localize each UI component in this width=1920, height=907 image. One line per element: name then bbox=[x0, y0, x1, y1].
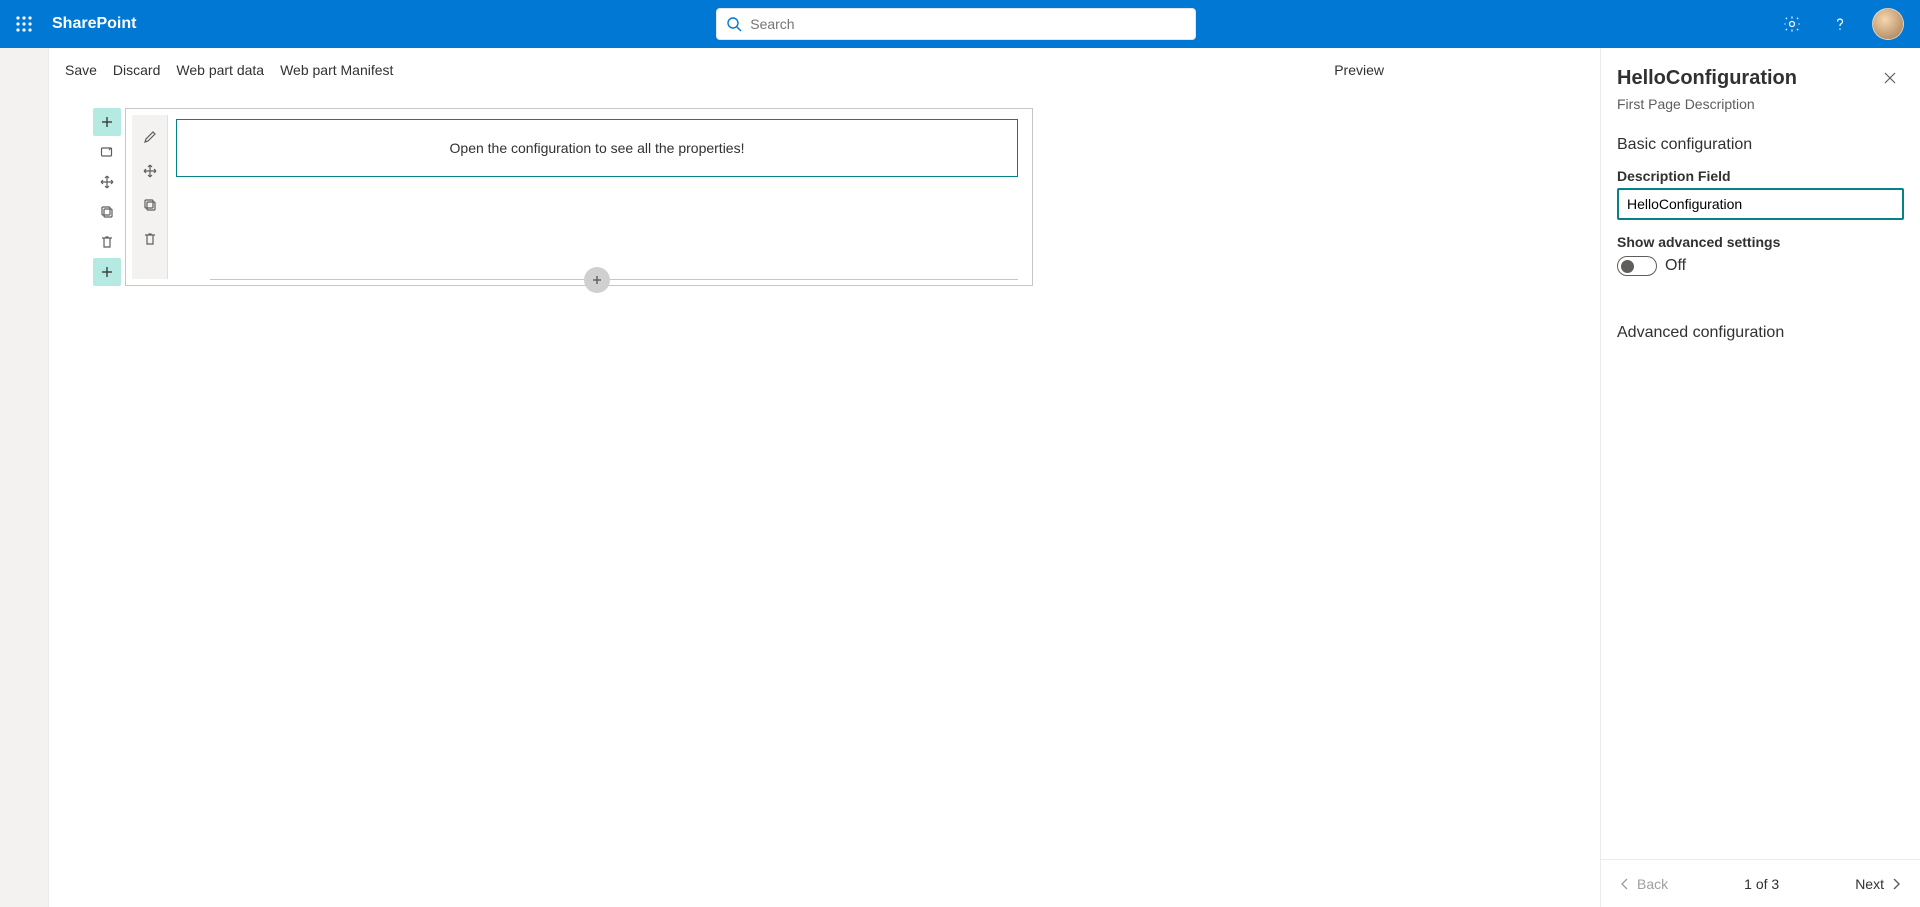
description-field-label: Description Field bbox=[1617, 168, 1904, 184]
add-webpart-button[interactable] bbox=[584, 267, 610, 293]
preview-button[interactable]: Preview bbox=[1334, 58, 1384, 82]
close-icon bbox=[1882, 70, 1898, 86]
show-advanced-toggle[interactable] bbox=[1617, 256, 1657, 276]
back-label: Back bbox=[1637, 876, 1668, 892]
webpart-toolbar bbox=[132, 115, 168, 279]
duplicate-section-button[interactable] bbox=[93, 198, 121, 226]
content-row: Save Discard Web part data Web part Mani… bbox=[0, 48, 1920, 907]
canvas-area: Open the configuration to see all the pr… bbox=[49, 92, 1600, 907]
back-button: Back bbox=[1617, 876, 1668, 892]
close-panel-button[interactable] bbox=[1876, 64, 1904, 92]
chevron-left-icon bbox=[1617, 876, 1633, 892]
app-launcher-button[interactable] bbox=[8, 8, 40, 40]
move-icon bbox=[142, 163, 158, 179]
editor-column: Save Discard Web part data Web part Mani… bbox=[48, 48, 1600, 907]
panel-title: HelloConfiguration bbox=[1617, 67, 1797, 90]
group-basic-heading: Basic configuration bbox=[1617, 136, 1904, 154]
move-webpart-button[interactable] bbox=[136, 157, 164, 185]
chevron-right-icon bbox=[1888, 876, 1904, 892]
trash-icon bbox=[142, 231, 158, 247]
pencil-icon bbox=[142, 129, 158, 145]
webpart-selected[interactable]: Open the configuration to see all the pr… bbox=[176, 119, 1018, 177]
discard-button[interactable]: Discard bbox=[113, 58, 160, 82]
section-toolbar bbox=[89, 108, 125, 286]
search-icon bbox=[726, 16, 742, 32]
app-name-label: SharePoint bbox=[52, 15, 136, 33]
delete-webpart-button[interactable] bbox=[136, 225, 164, 253]
description-field-input[interactable] bbox=[1617, 188, 1904, 220]
webpart-data-button[interactable]: Web part data bbox=[176, 58, 264, 82]
add-section-top-button[interactable] bbox=[93, 108, 121, 136]
plus-icon bbox=[99, 264, 115, 280]
group-advanced-heading: Advanced configuration bbox=[1617, 324, 1904, 342]
webpart-manifest-button[interactable]: Web part Manifest bbox=[280, 58, 393, 82]
edit-section-button[interactable] bbox=[93, 138, 121, 166]
delete-section-button[interactable] bbox=[93, 228, 121, 256]
command-bar: Save Discard Web part data Web part Mani… bbox=[49, 48, 1600, 92]
plus-icon bbox=[589, 272, 605, 288]
move-section-button[interactable] bbox=[93, 168, 121, 196]
show-advanced-label: Show advanced settings bbox=[1617, 234, 1904, 250]
panel-footer: Back 1 of 3 Next bbox=[1601, 859, 1920, 907]
add-webpart-divider bbox=[210, 279, 1018, 280]
duplicate-webpart-button[interactable] bbox=[136, 191, 164, 219]
next-button[interactable]: Next bbox=[1855, 876, 1904, 892]
search-box[interactable] bbox=[716, 8, 1196, 40]
section-box: Open the configuration to see all the pr… bbox=[125, 108, 1033, 286]
help-button[interactable] bbox=[1824, 8, 1856, 40]
trash-icon bbox=[99, 234, 115, 250]
suite-header: SharePoint bbox=[0, 0, 1920, 48]
gear-icon bbox=[1783, 15, 1801, 33]
next-label: Next bbox=[1855, 876, 1884, 892]
toggle-knob bbox=[1621, 260, 1634, 273]
waffle-icon bbox=[15, 15, 33, 33]
add-section-bottom-button[interactable] bbox=[93, 258, 121, 286]
search-input[interactable] bbox=[750, 16, 1186, 32]
move-icon bbox=[99, 174, 115, 190]
help-icon bbox=[1831, 15, 1849, 33]
save-button[interactable]: Save bbox=[65, 58, 97, 82]
copy-icon bbox=[142, 197, 158, 213]
plus-icon bbox=[99, 114, 115, 130]
panel-subtitle: First Page Description bbox=[1601, 96, 1920, 128]
edit-square-icon bbox=[99, 144, 115, 160]
settings-button[interactable] bbox=[1776, 8, 1808, 40]
property-pane: HelloConfiguration First Page Descriptio… bbox=[1600, 48, 1920, 907]
toggle-state-label: Off bbox=[1665, 257, 1686, 275]
edit-webpart-button[interactable] bbox=[136, 123, 164, 151]
user-avatar[interactable] bbox=[1872, 8, 1904, 40]
copy-icon bbox=[99, 204, 115, 220]
webpart-placeholder-text: Open the configuration to see all the pr… bbox=[189, 140, 1005, 156]
left-rail bbox=[0, 48, 48, 907]
page-indicator: 1 of 3 bbox=[1744, 876, 1779, 892]
